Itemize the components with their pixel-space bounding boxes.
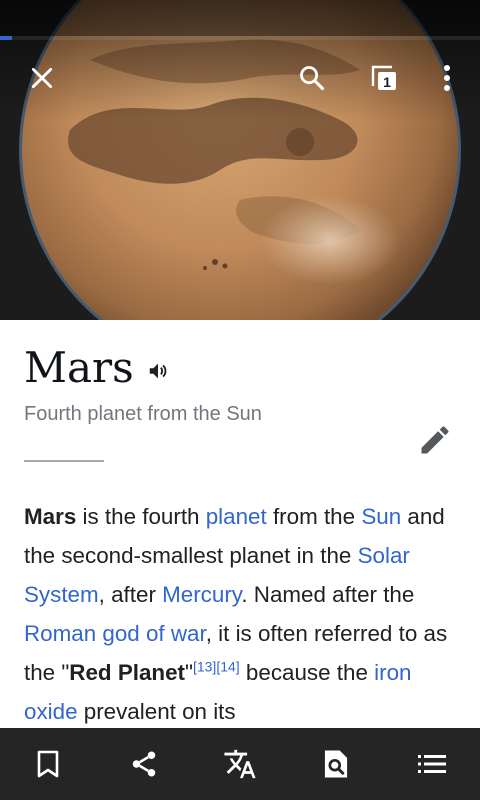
overflow-menu-icon [444, 65, 450, 91]
body-text-run: , after [98, 582, 163, 607]
save-button[interactable] [24, 740, 72, 788]
share-button[interactable] [120, 740, 168, 788]
reference-link[interactable]: [14] [216, 659, 239, 675]
article-link[interactable]: Roman god of war [24, 621, 206, 646]
pronunciation-button[interactable] [146, 359, 170, 383]
article-link[interactable]: Sun [361, 504, 401, 529]
title-divider [24, 460, 104, 462]
lead-image[interactable]: 1 [0, 0, 480, 320]
page-load-progress-fill [0, 36, 12, 40]
edit-description-button[interactable] [411, 416, 459, 464]
tab-count: 1 [383, 74, 391, 90]
bold-term: Mars [24, 504, 77, 529]
language-button[interactable] [216, 740, 264, 788]
share-icon [132, 751, 156, 777]
overflow-menu-button[interactable] [423, 54, 471, 102]
page-load-progress [0, 36, 480, 40]
body-text-run: . Named after the [241, 582, 415, 607]
article-link[interactable]: Mercury [162, 582, 241, 607]
body-text-run: because the [239, 660, 375, 685]
bottom-toolbar [0, 728, 480, 800]
tabs-button[interactable]: 1 [360, 54, 408, 102]
article-page: 1 Mars Fourth planet from the Sun Mars i… [0, 0, 480, 800]
speaker-icon [149, 363, 167, 379]
search-icon [300, 66, 325, 91]
translate-icon [224, 749, 256, 779]
bookmark-icon [37, 750, 59, 778]
table-of-contents-button[interactable] [408, 740, 456, 788]
find-in-page-button[interactable] [312, 740, 360, 788]
find-in-page-icon [324, 750, 348, 778]
reference-link[interactable]: [13] [193, 659, 216, 675]
bold-term: Red Planet [69, 660, 186, 685]
tabs-icon: 1 [371, 65, 396, 90]
table-of-contents-icon [418, 755, 446, 773]
page-title: Mars [24, 343, 134, 392]
body-text-run: from the [266, 504, 362, 529]
page-description: Fourth planet from the Sun [24, 403, 262, 425]
article-body: Mars is the fourth planet from the Sun a… [24, 497, 464, 731]
body-text-run: prevalent on its [77, 699, 236, 724]
title-row: Mars [24, 340, 170, 396]
body-text-run: " [185, 660, 193, 685]
pencil-icon [421, 426, 449, 454]
close-icon [31, 67, 53, 89]
close-button[interactable] [18, 54, 66, 102]
body-text-run: is the fourth [76, 504, 206, 529]
top-gradient [0, 0, 480, 120]
article-link[interactable]: planet [206, 504, 267, 529]
search-button[interactable] [288, 54, 336, 102]
